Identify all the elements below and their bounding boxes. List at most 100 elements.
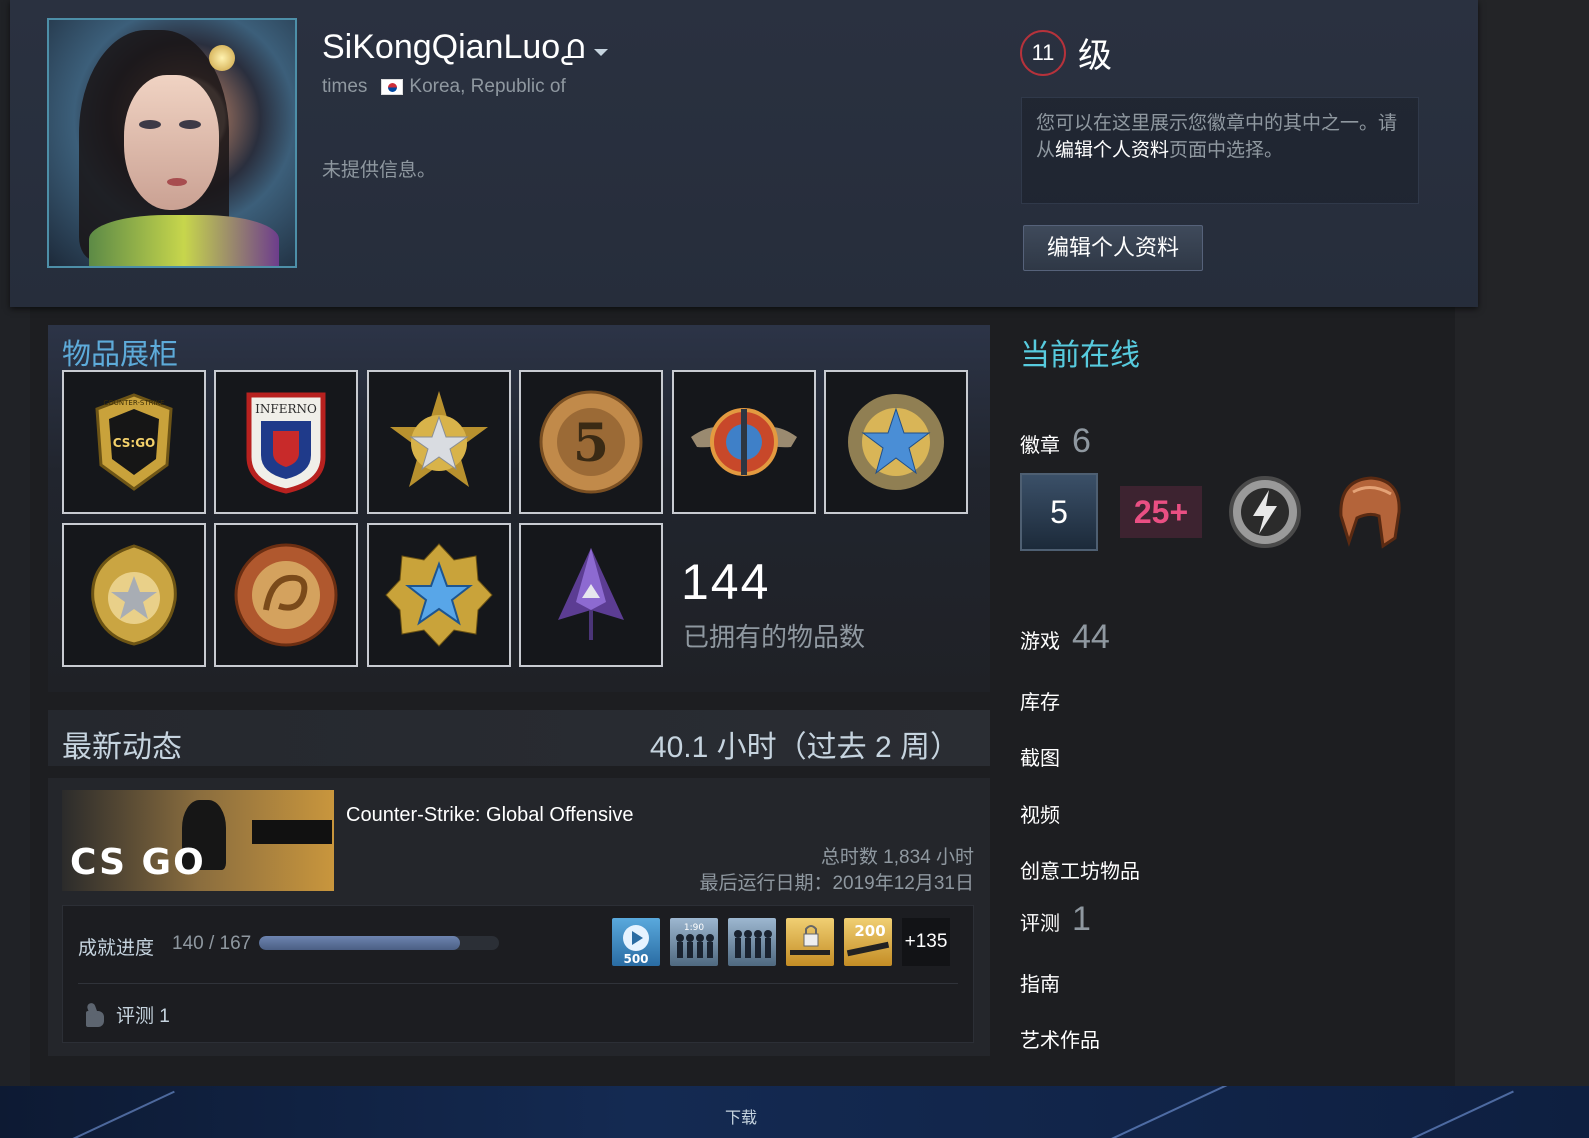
workshop-label: 创意工坊物品 xyxy=(1020,861,1140,883)
recent-activity-title: 最新动态 xyxy=(62,731,182,764)
showcase-item-counter-strike-coin[interactable]: CS:GO COUNTER-STRIKE xyxy=(62,370,206,514)
korea-flag-icon xyxy=(381,79,404,95)
level-circle: 11 xyxy=(1020,29,1066,76)
level-5-badge-icon[interactable]: 5 xyxy=(1020,473,1098,551)
lock-rifle-achievement-icon[interactable] xyxy=(786,918,834,966)
reviews-count: 1 xyxy=(1072,900,1091,938)
recent-game: CS GO Counter-Strike: Global Offensive 总… xyxy=(48,778,990,1056)
bronze-helmet-badge-icon[interactable] xyxy=(1328,472,1410,552)
game-last-played: 最后运行日期：2019年12月31日 xyxy=(699,873,974,894)
inventory-link[interactable]: 库存 xyxy=(1020,686,1060,715)
lightning-icon xyxy=(1229,476,1301,548)
operation-vanguard-coin-icon xyxy=(691,408,797,476)
games-link[interactable]: 游戏 44 xyxy=(1020,618,1110,657)
five-year-veteran-coin-icon: 5 xyxy=(539,390,643,494)
rifle-200-achievement-icon[interactable]: 200 xyxy=(844,918,892,966)
workshop-link[interactable]: 创意工坊物品 xyxy=(1020,855,1140,884)
recent-hours: 40.1 小时（过去 2 周） xyxy=(649,731,960,764)
profile-summary: 未提供信息。 xyxy=(322,160,437,181)
showcase-item-operation-vanguard-coin[interactable] xyxy=(672,370,816,514)
avatar-eye xyxy=(139,120,161,129)
guides-label: 指南 xyxy=(1020,974,1060,996)
game-total-hours: 总时数 1,834 小时 xyxy=(820,847,974,868)
coin-banner-text: COUNTER-STRIKE xyxy=(103,399,164,407)
csgo-logo: CS GO xyxy=(70,842,206,883)
badge-hint-edit-link[interactable]: 编辑个人资料 xyxy=(1055,140,1169,161)
achievement-text: 500 xyxy=(623,952,648,966)
item-showcase: 物品展柜 CS:GO COUNTER-STRIKE INFERNO 5 144 … xyxy=(48,325,990,692)
artwork-link[interactable]: 艺术作品 xyxy=(1020,1024,1100,1053)
coin-five: 5 xyxy=(573,413,609,474)
more-achievements[interactable]: +135 xyxy=(902,918,950,966)
helmet-icon xyxy=(1339,476,1401,549)
persona-name: SiKongQianLuo൧ xyxy=(322,28,584,66)
avatar-eye xyxy=(179,120,201,129)
play-500-achievement-icon[interactable]: 500 xyxy=(612,918,660,966)
showcase-title: 物品展柜 xyxy=(62,339,179,371)
achievement-label[interactable]: 成就进度 xyxy=(78,933,154,960)
online-status: 当前在线 xyxy=(1020,339,1140,372)
games-label: 游戏 xyxy=(1020,631,1060,653)
blue-star-medal-icon xyxy=(848,394,944,490)
edit-profile-button[interactable]: 编辑个人资料 xyxy=(1023,225,1203,271)
showcase-item-operation-wildfire-coin[interactable] xyxy=(214,523,358,667)
footer-light-streak xyxy=(1107,1086,1253,1138)
gold-star-coin-icon xyxy=(91,544,177,646)
review-link[interactable]: 评测 1 xyxy=(78,1001,170,1028)
persona-name-row[interactable]: SiKongQianLuo൧ xyxy=(322,28,608,67)
showcase-item-inferno-coin[interactable]: INFERNO xyxy=(214,370,358,514)
25-plus-badge-icon[interactable]: 25+ xyxy=(1120,486,1202,538)
team-icon xyxy=(734,930,772,958)
rifle-icon: 200 xyxy=(846,922,890,957)
item-count-label: 已拥有的物品数 xyxy=(683,622,866,652)
favorite-badge-hint: 您可以在这里展示您徽章中的其中之一。请从编辑个人资料页面中选择。 xyxy=(1021,97,1419,204)
showcase-item-silver-star-medal[interactable] xyxy=(367,370,511,514)
guides-link[interactable]: 指南 xyxy=(1020,968,1060,997)
play-icon: 500 xyxy=(623,925,649,966)
showcase-item-blue-star-medal[interactable] xyxy=(824,370,968,514)
showcase-item-five-year-veteran-coin[interactable]: 5 xyxy=(519,370,663,514)
purple-crystal-pin-icon xyxy=(558,548,624,640)
badges-count: 6 xyxy=(1072,422,1091,460)
videos-link[interactable]: 视频 xyxy=(1020,799,1060,828)
avatar-lips xyxy=(167,178,187,186)
games-count: 44 xyxy=(1072,618,1110,656)
profile-header: SiKongQianLuo൧ times Korea, Republic of … xyxy=(10,0,1478,307)
thumbs-up-icon xyxy=(78,1003,104,1027)
videos-label: 视频 xyxy=(1020,805,1060,827)
inferno-text: INFERNO xyxy=(255,402,317,416)
showcase-item-gold-star-coin[interactable] xyxy=(62,523,206,667)
download-link[interactable]: 下载 xyxy=(725,1104,757,1128)
counter-strike-coin-icon: CS:GO COUNTER-STRIKE xyxy=(95,393,173,491)
level-display[interactable]: 11 级 xyxy=(1020,28,1112,77)
badges-row: 5 25+ xyxy=(1020,472,1410,552)
reviews-link[interactable]: 评测 1 xyxy=(1020,900,1091,939)
capsule-gun xyxy=(252,820,332,844)
real-name: times xyxy=(322,76,368,97)
showcase-item-blue-star-gold-medal[interactable] xyxy=(367,523,511,667)
country: Korea, Republic of xyxy=(409,76,566,97)
name-history-dropdown-icon[interactable] xyxy=(593,49,608,56)
badges-link[interactable]: 徽章 6 xyxy=(1020,422,1091,461)
screenshots-link[interactable]: 截图 xyxy=(1020,742,1060,771)
achievement-progress-fill xyxy=(259,936,461,950)
achievement-text: 200 xyxy=(854,922,885,940)
avatar-face xyxy=(124,75,219,210)
avatar-robe xyxy=(89,215,279,266)
lightning-coin-badge-icon[interactable] xyxy=(1224,472,1306,552)
recent-activity-header: 最新动态 40.1 小时（过去 2 周） xyxy=(48,710,990,766)
avatar[interactable] xyxy=(47,18,297,268)
achievement-progress-bar xyxy=(259,936,499,950)
profile-subline: times Korea, Republic of xyxy=(322,76,566,98)
game-capsule-image[interactable]: CS GO xyxy=(62,790,334,891)
item-count: 144 xyxy=(681,554,771,610)
operation-wildfire-coin-icon xyxy=(234,543,338,647)
game-name-link[interactable]: Counter-Strike: Global Offensive xyxy=(346,804,634,827)
achievement-count: 140 / 167 xyxy=(172,933,252,954)
avatar-ornament xyxy=(209,45,235,71)
showcase-item-purple-crystal-pin[interactable] xyxy=(519,523,663,667)
team-achievement-icon[interactable] xyxy=(728,918,776,966)
footer-light-streak xyxy=(1386,1090,1514,1138)
team-1-90-achievement-icon[interactable]: 1:90 xyxy=(670,918,718,966)
achievement-icons: 500 1:90 200 +135 xyxy=(612,918,950,966)
